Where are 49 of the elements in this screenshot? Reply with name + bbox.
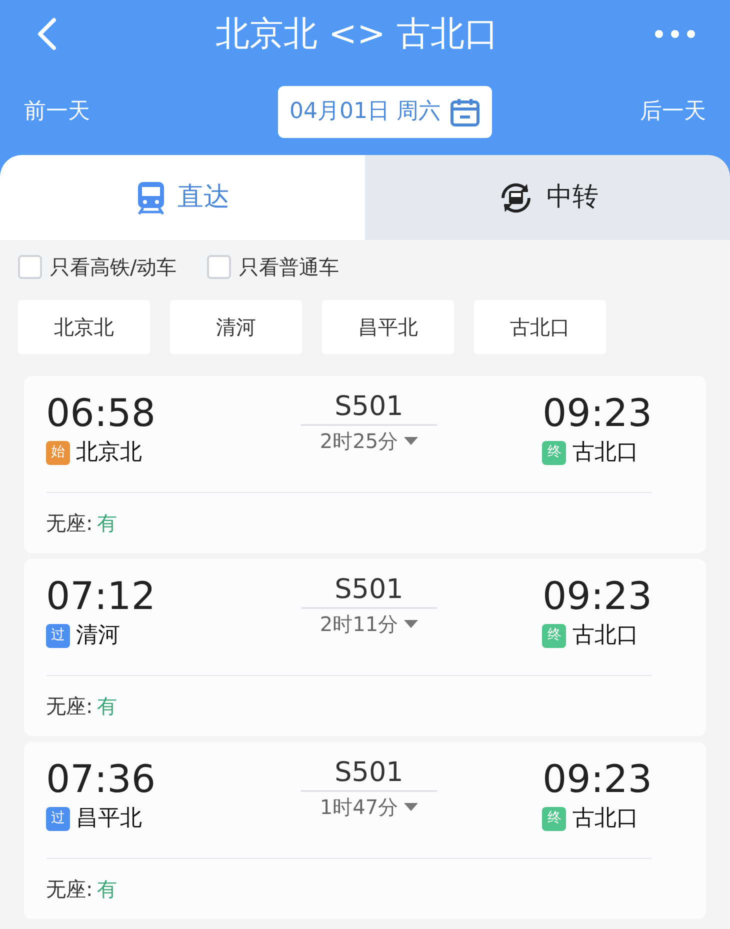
station-badge: 终 [542, 624, 566, 648]
caret-icon[interactable] [404, 620, 418, 628]
train-card[interactable]: 07:36 过 昌平北 S501 1时47分 09:23 终 古北口 无座: 有 [24, 742, 706, 919]
date-picker[interactable]: 04月01日 周六 [278, 86, 492, 138]
station-badge: 过 [46, 624, 70, 648]
tab[interactable]: 直达 [0, 155, 365, 240]
seat-type: 无座: [46, 876, 93, 903]
departure-time: 07:12 [46, 573, 156, 619]
travel-duration: 2时25分 [320, 428, 398, 455]
departure-time: 07:36 [46, 756, 156, 802]
station-chip[interactable]: 清河 [170, 300, 302, 354]
train-card[interactable]: 06:58 始 北京北 S501 2时25分 09:23 终 古北口 无座: 有 [24, 376, 706, 553]
station-chip[interactable]: 北京北 [18, 300, 150, 354]
train-number: S501 [334, 390, 404, 424]
departure-time: 06:58 [46, 390, 156, 436]
caret-icon[interactable] [404, 803, 418, 811]
train-number: S501 [334, 573, 404, 607]
station-badge: 终 [542, 440, 566, 464]
station-name: 古北口 [572, 439, 638, 467]
arrival-time: 09:23 [542, 756, 652, 802]
train-card[interactable]: 07:12 过 清河 S501 2时11分 09:23 终 古北口 无座: 有 [24, 559, 706, 736]
station-name: 清河 [76, 622, 120, 650]
calendar-icon [450, 96, 480, 126]
travel-duration: 2时11分 [320, 611, 398, 638]
train-icon [136, 180, 166, 214]
station-chip[interactable]: 昌平北 [322, 300, 454, 354]
station-name: 古北口 [572, 622, 638, 650]
filter-checkbox[interactable]: 只看普通车 [206, 252, 339, 282]
station-name: 昌平北 [76, 805, 142, 833]
filter-checkbox[interactable]: 只看高铁/动车 [18, 252, 177, 282]
station-badge: 始 [46, 440, 70, 464]
station-badge: 终 [542, 806, 566, 830]
station-name: 北京北 [76, 439, 142, 467]
arrival-time: 09:23 [542, 573, 652, 619]
travel-duration: 1时47分 [320, 794, 398, 821]
seat-type: 无座: [46, 693, 93, 720]
station-chip[interactable]: 古北口 [474, 300, 606, 354]
caret-icon[interactable] [404, 437, 418, 445]
station-name: 古北口 [572, 805, 638, 833]
seat-type: 无座: [46, 510, 93, 537]
station-badge: 过 [46, 806, 70, 830]
tab[interactable]: 中转 [365, 155, 730, 240]
seat-availability: 有 [96, 876, 117, 903]
page-title: 北京北 <> 古北口 [216, 12, 498, 56]
train-number: S501 [334, 756, 404, 790]
more-icon[interactable] [654, 29, 696, 39]
arrival-time: 09:23 [542, 390, 652, 436]
seat-availability: 有 [96, 510, 117, 537]
seat-availability: 有 [96, 693, 117, 720]
